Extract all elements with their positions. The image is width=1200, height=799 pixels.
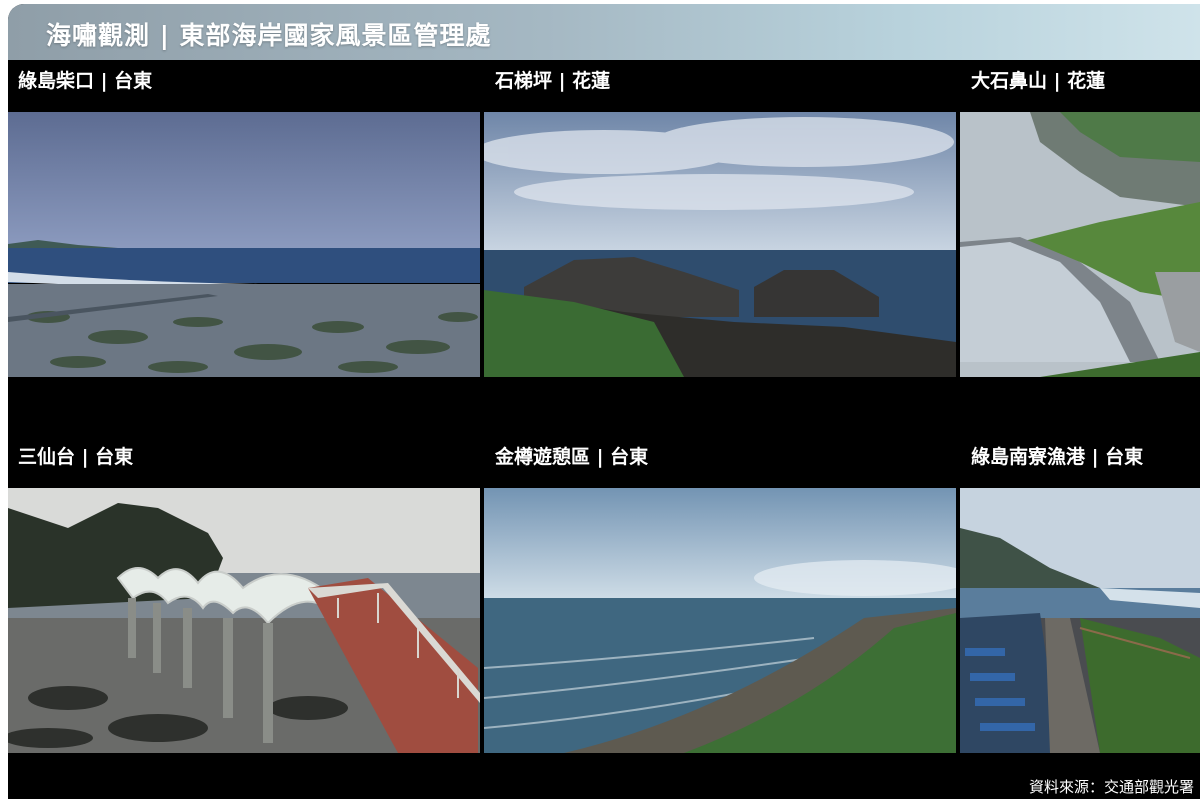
data-source-note: 資料來源：交通部觀光署 — [1028, 778, 1194, 796]
camera-feed-lvdao-nanliao[interactable] — [960, 488, 1200, 753]
camera-feed-shitiping[interactable] — [484, 112, 956, 377]
camera-label-lvdao-nanliao: 綠島南寮漁港 | 台東 — [971, 446, 1144, 468]
camera-feed-lvdao-chaikou[interactable] — [8, 112, 480, 377]
camera-label-lvdao-chaikou: 綠島柴口 | 台東 — [18, 70, 153, 92]
camera-feed-sanxiantai[interactable] — [8, 488, 480, 753]
page-title: 海嘯觀測 | 東部海岸國家風景區管理處 — [46, 21, 492, 50]
camera-label-sanxiantai: 三仙台 | 台東 — [18, 446, 134, 468]
camera-label-shitiping: 石梯坪 | 花蓮 — [495, 70, 611, 92]
camera-label-dashibishan: 大石鼻山 | 花蓮 — [971, 70, 1106, 92]
webcam-panel: 海嘯觀測 | 東部海岸國家風景區管理處 綠島柴口 | 台東 石梯坪 | 花蓮 大… — [8, 4, 1200, 799]
camera-feed-dashibishan[interactable] — [960, 112, 1200, 377]
camera-feed-jinzun[interactable] — [484, 488, 956, 753]
camera-label-jinzun: 金樽遊憩區 | 台東 — [495, 446, 649, 468]
title-bar: 海嘯觀測 | 東部海岸國家風景區管理處 — [8, 4, 1200, 60]
